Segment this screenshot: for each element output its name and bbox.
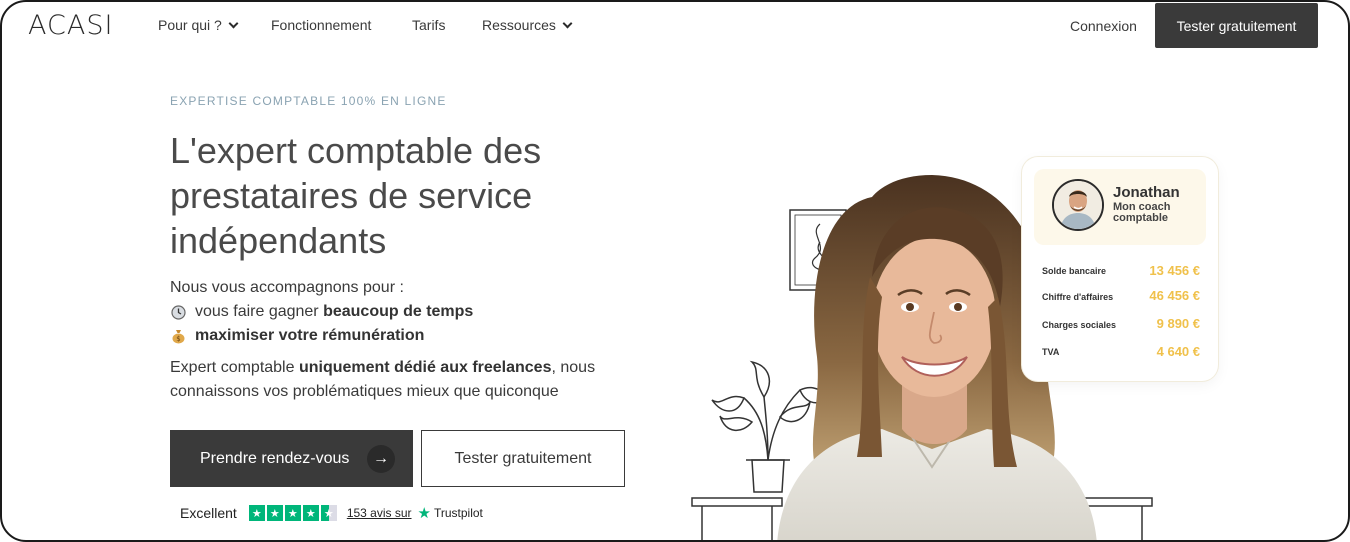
- nav-item-label: Ressources: [482, 17, 556, 33]
- star-icon: ★: [284, 505, 301, 521]
- trustpilot-star-icon: ★: [417, 505, 431, 522]
- chevron-down-icon: [228, 18, 239, 28]
- arrow-right-icon: →: [367, 445, 395, 473]
- nav-item-ressources[interactable]: Ressources: [482, 17, 573, 33]
- top-nav: ACASI Pour qui ? Fonctionnement Tarifs R…: [2, 2, 1348, 52]
- login-link[interactable]: Connexion: [1070, 18, 1137, 34]
- nav-item-label: Pour qui ?: [158, 17, 222, 33]
- trustpilot-widget[interactable]: Excellent ★ ★ ★ ★ ★ 153 avis sur ★ Trust…: [180, 504, 483, 522]
- nav-item-tarifs[interactable]: Tarifs: [412, 17, 445, 33]
- metric-value: 13 456 €: [1149, 263, 1200, 278]
- rating-stars: ★ ★ ★ ★ ★: [248, 505, 337, 521]
- coach-avatar: [1052, 179, 1104, 231]
- nav-item-label: Tarifs: [412, 17, 446, 33]
- page-frame: ACASI Pour qui ? Fonctionnement Tarifs R…: [0, 0, 1350, 542]
- try-free-button[interactable]: Tester gratuitement: [421, 430, 625, 487]
- coach-header: Jonathan Mon coach comptable: [1034, 169, 1206, 245]
- benefit-text: vous faire gagner beaucoup de temps: [195, 303, 474, 320]
- hero-description: Expert comptable uniquement dédié aux fr…: [170, 359, 596, 400]
- benefit-item-time: vous faire gagner beaucoup de temps: [170, 303, 473, 321]
- chevron-down-icon: [562, 18, 573, 28]
- coach-dashboard-card: Jonathan Mon coach comptable Solde banca…: [1022, 157, 1218, 381]
- hero-headline: L'expert comptable des prestataires de s…: [170, 130, 542, 261]
- metric-label: TVA: [1042, 347, 1060, 357]
- clock-icon: [170, 304, 187, 321]
- metric-label: Chiffre d'affaires: [1042, 292, 1114, 302]
- book-appointment-button[interactable]: Prendre rendez-vous →: [170, 430, 413, 487]
- svg-text:$: $: [176, 335, 180, 343]
- money-bag-icon: $: [170, 328, 187, 345]
- metric-value: 4 640 €: [1156, 344, 1200, 359]
- review-count-link[interactable]: 153 avis sur: [347, 506, 412, 520]
- nav-item-pour-qui[interactable]: Pour qui ?: [158, 17, 239, 33]
- metric-value: 46 456 €: [1149, 288, 1200, 303]
- star-icon: ★: [302, 505, 319, 521]
- star-icon: ★: [248, 505, 265, 521]
- nav-item-label: Fonctionnement: [271, 17, 372, 33]
- hero-intro: Nous vous accompagnons pour :: [170, 279, 404, 296]
- trustpilot-logo: ★ Trustpilot: [417, 505, 483, 522]
- metric-label: Charges sociales: [1042, 320, 1117, 330]
- coach-role: Mon coach comptable: [1113, 201, 1171, 224]
- nav-item-fonctionnement[interactable]: Fonctionnement: [271, 17, 371, 33]
- star-icon: ★: [266, 505, 283, 521]
- hero-eyebrow: EXPERTISE COMPTABLE 100% EN LIGNE: [170, 94, 447, 108]
- try-free-button-nav[interactable]: Tester gratuitement: [1155, 3, 1318, 48]
- half-star-icon: ★: [320, 505, 337, 521]
- coach-name: Jonathan: [1113, 184, 1180, 201]
- metric-value: 9 890 €: [1156, 316, 1200, 331]
- rating-label: Excellent: [180, 505, 237, 521]
- button-label: Prendre rendez-vous: [200, 449, 350, 467]
- metric-label: Solde bancaire: [1042, 266, 1107, 276]
- benefit-text: maximiser votre rémunération: [195, 327, 425, 344]
- acasi-logo[interactable]: ACASI: [28, 10, 113, 41]
- benefit-item-income: $ maximiser votre rémunération: [170, 327, 424, 345]
